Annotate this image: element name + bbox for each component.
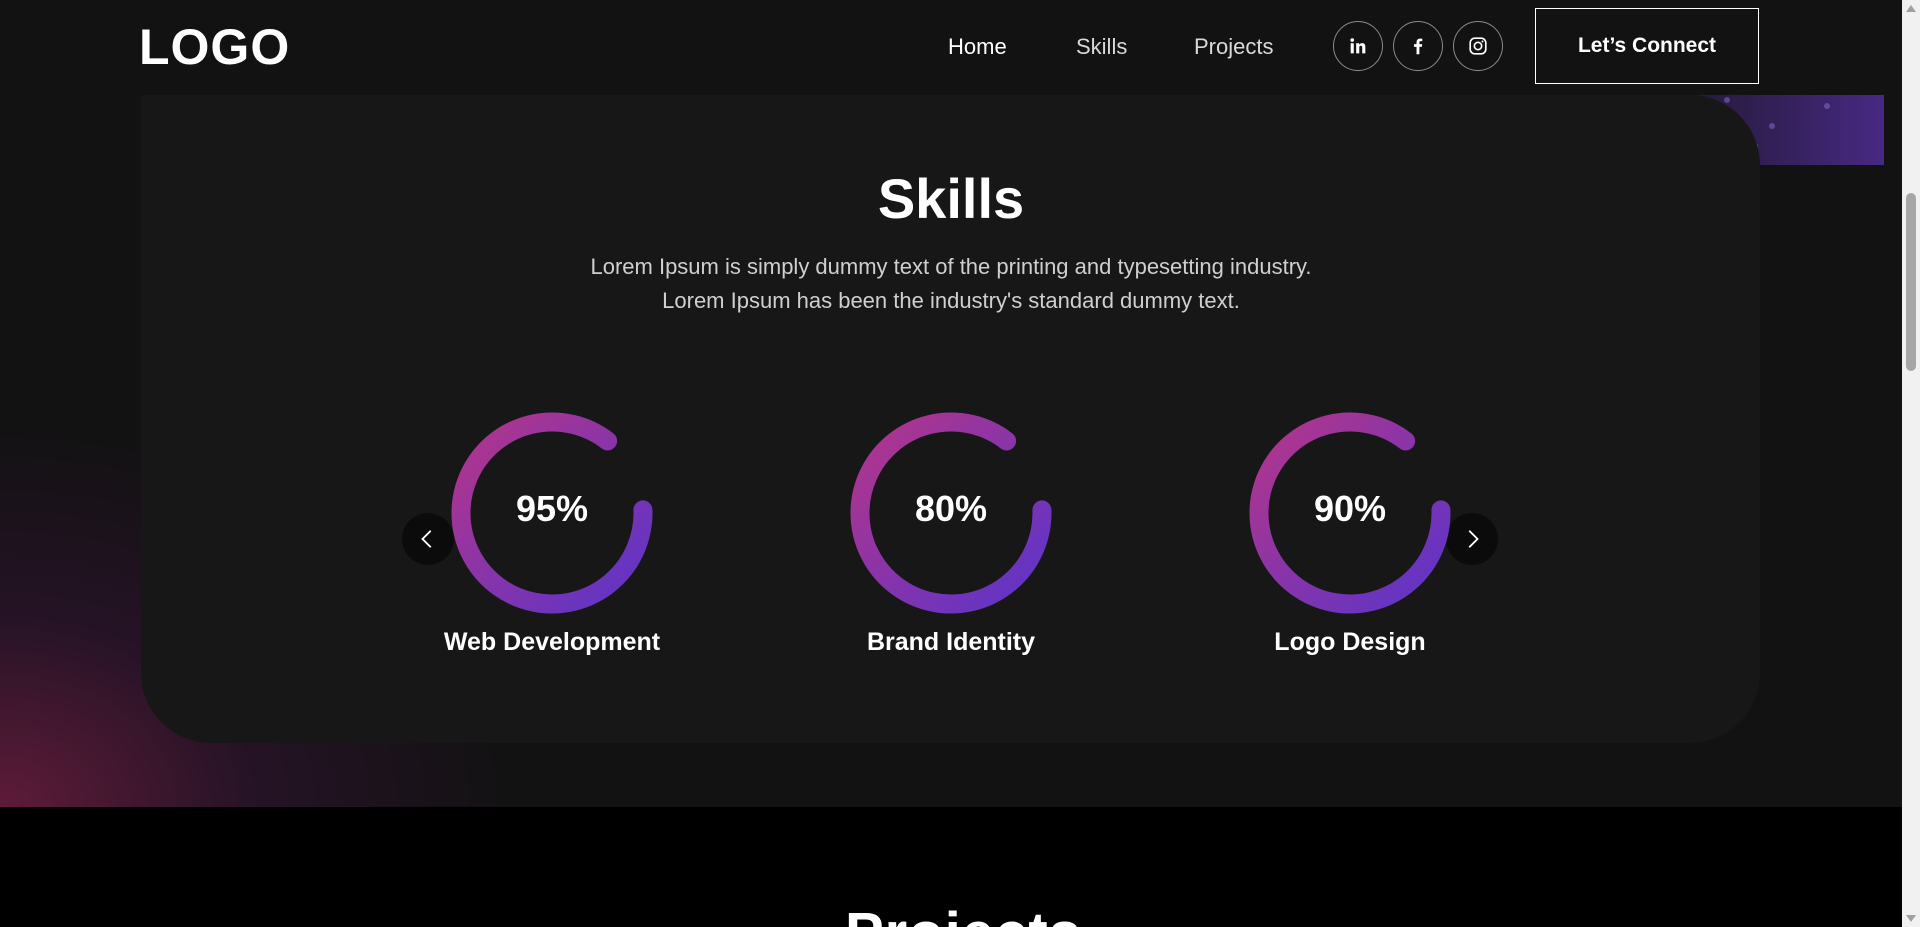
scrollbar[interactable] — [1902, 0, 1920, 927]
scroll-up-arrow-icon[interactable] — [1906, 5, 1916, 12]
linkedin-icon — [1350, 38, 1366, 54]
skill-percent: 80% — [914, 488, 988, 529]
background-dot — [1769, 123, 1775, 129]
logo[interactable]: LOGO — [139, 18, 290, 76]
nav-link-skills[interactable]: Skills — [1076, 34, 1127, 60]
instagram-icon — [1469, 37, 1487, 55]
skill-name: Brand Identity — [866, 628, 1036, 656]
scroll-down-arrow-icon[interactable] — [1906, 915, 1916, 922]
nav-link-projects[interactable]: Projects — [1194, 34, 1273, 60]
facebook-icon — [1414, 38, 1423, 55]
section-description: Lorem Ipsum is simply dummy text of the … — [0, 250, 1902, 318]
background-dot — [1824, 103, 1830, 109]
skill-percent: 90% — [1313, 488, 1387, 529]
chevron-left-icon — [421, 530, 432, 548]
navbar: LOGO Home Skills Projects Let’s Connect — [0, 0, 1902, 95]
description-line: Lorem Ipsum has been the industry's stan… — [662, 288, 1240, 313]
skill-name: Logo Design — [1274, 628, 1426, 656]
facebook-button[interactable] — [1393, 21, 1443, 71]
instagram-button[interactable] — [1453, 21, 1503, 71]
projects-section: Projects — [0, 807, 1902, 927]
skill-item: 80% Brand Identity — [846, 408, 1056, 656]
projects-title: Projects — [845, 900, 1082, 927]
skill-item: 90% Logo Design — [1245, 408, 1455, 656]
chevron-right-icon — [1468, 530, 1479, 548]
skill-item: 95% Web Development — [444, 408, 660, 656]
skill-percent: 95% — [515, 488, 589, 529]
skills-section: Skills Lorem Ipsum is simply dummy text … — [0, 0, 1902, 807]
nav-link-home[interactable]: Home — [948, 34, 1007, 60]
skill-name: Web Development — [443, 628, 661, 656]
linkedin-button[interactable] — [1333, 21, 1383, 71]
section-title: Skills — [877, 167, 1025, 230]
background-dot — [1724, 97, 1730, 103]
scrollbar-thumb[interactable] — [1906, 193, 1916, 371]
description-line: Lorem Ipsum is simply dummy text of the … — [590, 254, 1312, 279]
lets-connect-button[interactable]: Let’s Connect — [1535, 8, 1759, 84]
